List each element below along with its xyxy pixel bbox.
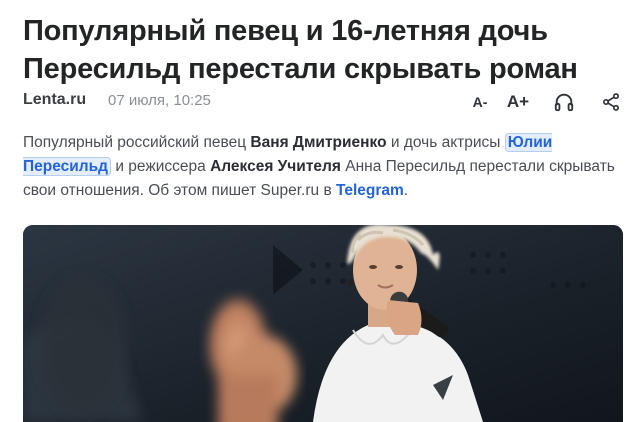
- lead-text-5: .: [403, 182, 409, 199]
- lead-text-1: Популярный российский певец: [23, 134, 251, 151]
- article-photo: [23, 225, 623, 422]
- title-line-2: Пересильд перестали скрывать роман: [23, 53, 578, 85]
- title-line-1: Популярный певец и 16-летняя дочь: [23, 15, 548, 47]
- font-increase-button[interactable]: A+: [504, 88, 532, 116]
- article-meta: Lenta.ru 07 июля, 10:25 A- A+: [23, 88, 623, 116]
- font-decrease-button[interactable]: A-: [466, 88, 494, 116]
- publish-date: 07 июля, 10:25: [108, 92, 211, 109]
- article: Популярный певец и 16-летняя дочь Переси…: [0, 0, 636, 422]
- share-button[interactable]: [597, 88, 625, 116]
- person-name-2: Алексея Учителя: [210, 158, 341, 175]
- lead-text-2: и дочь актрисы: [386, 134, 505, 151]
- share-icon: [603, 93, 619, 111]
- lead-text-3: и режиссера: [111, 158, 211, 175]
- singer-photo: [23, 225, 623, 422]
- article-lead: Популярный российский певец Ваня Дмитрие…: [23, 131, 627, 203]
- article-title: Популярный певец и 16-летняя дочь Переси…: [23, 12, 623, 88]
- person-name-1: Ваня Дмитриенко: [250, 134, 387, 151]
- telegram-link[interactable]: Telegram: [336, 182, 404, 199]
- source-link[interactable]: Lenta.ru: [23, 91, 86, 109]
- listen-button[interactable]: [550, 88, 578, 116]
- headphones-icon: [554, 93, 574, 112]
